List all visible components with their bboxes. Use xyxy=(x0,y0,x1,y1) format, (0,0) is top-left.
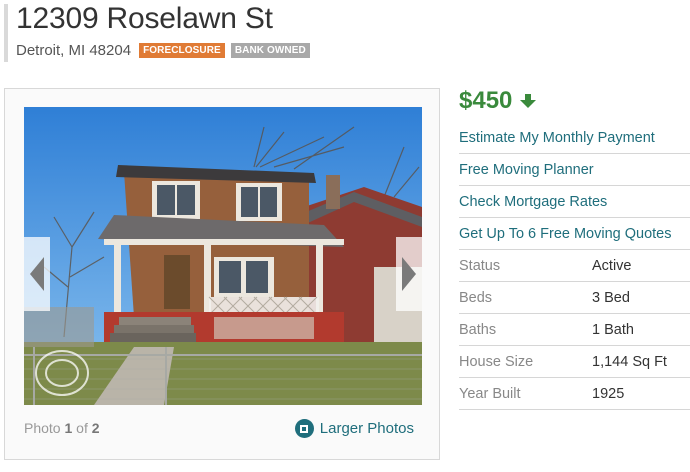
header-accent-bar xyxy=(4,4,8,62)
fact-value: 1925 xyxy=(592,385,625,402)
fact-label: Beds xyxy=(459,289,493,306)
expand-icon xyxy=(294,419,314,438)
previous-photo-button[interactable] xyxy=(24,237,50,311)
house-photo-image xyxy=(24,107,422,405)
moving-planner-link[interactable]: Free Moving Planner xyxy=(459,154,690,186)
listing-sidebar: $450 Estimate My Monthly Payment Free Mo… xyxy=(459,86,690,410)
fact-row-beds: Beds 3 Bed xyxy=(459,282,690,314)
house-photo[interactable] xyxy=(24,107,422,405)
larger-photos-label: Larger Photos xyxy=(319,420,414,437)
foreclosure-badge: FORECLOSURE xyxy=(139,43,225,58)
fact-value: 1,144 Sq Ft xyxy=(592,353,667,370)
address-line: Detroit, MI 48204 FORECLOSURE BANK OWNED xyxy=(16,42,310,59)
price: $450 xyxy=(459,87,513,114)
page-title: 12309 Roselawn St xyxy=(16,2,273,35)
chevron-left-icon xyxy=(30,257,44,291)
facts-table: Status Active Beds 3 Bed Baths 1 Bath Ho… xyxy=(459,250,690,410)
fact-value: 3 Bed xyxy=(592,289,630,306)
address-text: Detroit, MI 48204 xyxy=(16,42,132,59)
next-photo-button[interactable] xyxy=(396,237,422,311)
fact-label: Year Built xyxy=(459,385,521,402)
photo-caption-prefix: Photo xyxy=(24,420,61,436)
fact-row-year-built: Year Built 1925 xyxy=(459,378,690,410)
fact-row-baths: Baths 1 Bath xyxy=(459,314,690,346)
arrow-down-icon xyxy=(520,94,537,108)
price-row: $450 xyxy=(459,86,690,116)
photo-counter: Photo 1 of 2 xyxy=(24,420,100,436)
photo-total: 2 xyxy=(91,420,100,436)
fact-label: House Size xyxy=(459,353,534,370)
larger-photos-link[interactable]: Larger Photos xyxy=(294,419,414,438)
photo-current: 1 xyxy=(64,420,73,436)
fact-value: Active xyxy=(592,257,632,274)
moving-quotes-link[interactable]: Get Up To 6 Free Moving Quotes xyxy=(459,218,690,250)
fact-label: Status xyxy=(459,257,501,274)
fact-row-house-size: House Size 1,144 Sq Ft xyxy=(459,346,690,378)
bank-owned-badge: BANK OWNED xyxy=(230,43,310,58)
chevron-right-icon xyxy=(402,257,416,291)
estimate-payment-link[interactable]: Estimate My Monthly Payment xyxy=(459,122,690,154)
fact-row-status: Status Active xyxy=(459,250,690,282)
mortgage-rates-link[interactable]: Check Mortgage Rates xyxy=(459,186,690,218)
photo-of: of xyxy=(76,420,88,436)
fact-value: 1 Bath xyxy=(592,321,634,338)
photo-gallery: Photo 1 of 2 Larger Photos xyxy=(4,88,440,460)
action-links: Estimate My Monthly Payment Free Moving … xyxy=(459,122,690,250)
fact-label: Baths xyxy=(459,321,497,338)
